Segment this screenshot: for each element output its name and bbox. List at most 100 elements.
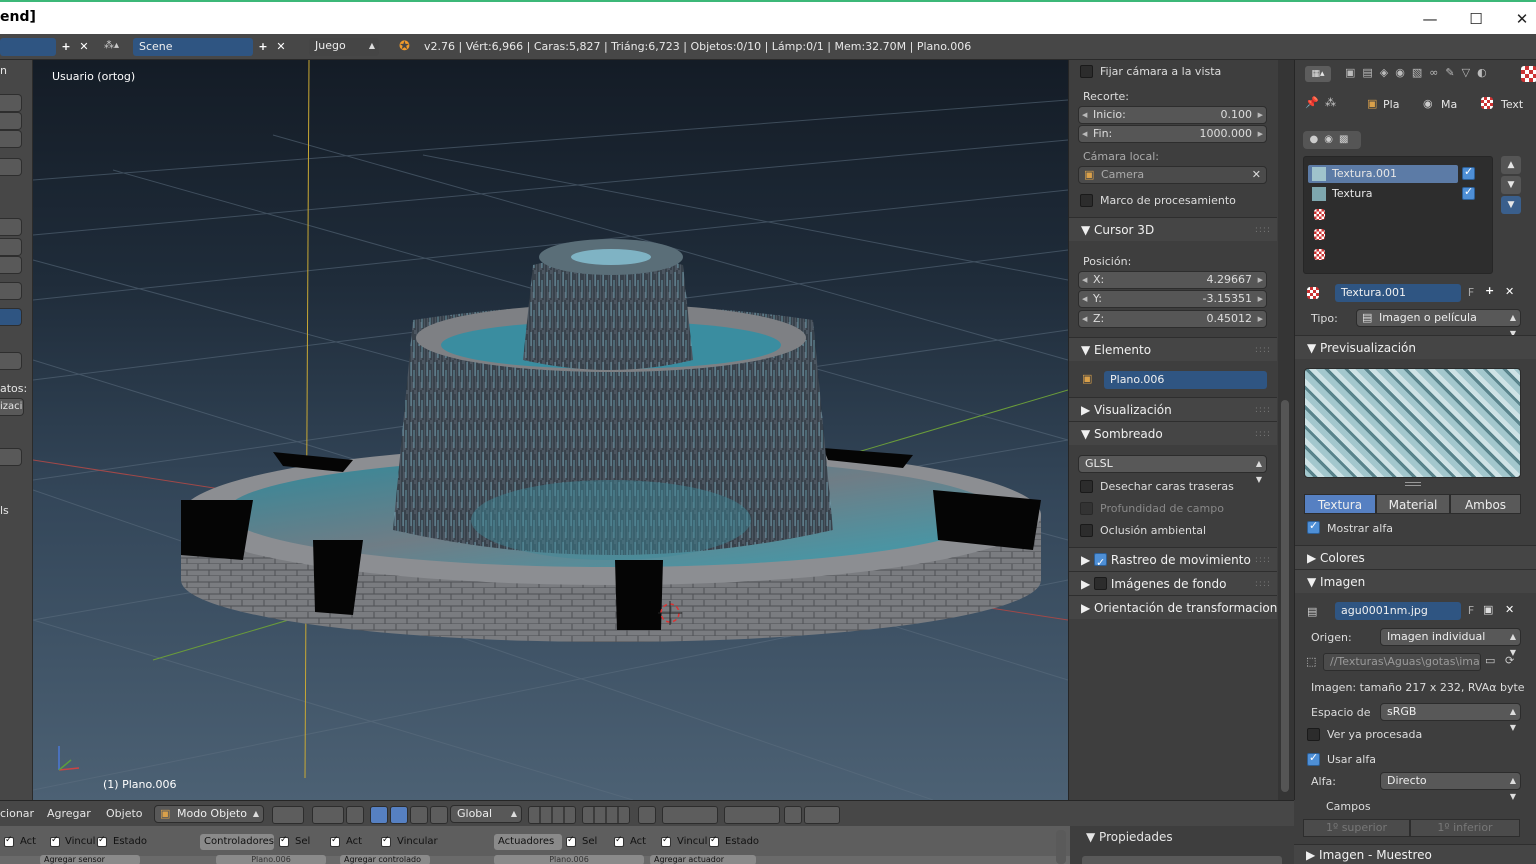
ctrl-act-checkbox[interactable] (330, 835, 340, 847)
object-menu[interactable]: Objeto (106, 807, 143, 820)
move-down-button[interactable]: ▼ (1501, 176, 1521, 194)
manipulator-toggle[interactable] (346, 806, 364, 824)
add-actuator-button[interactable]: Agregar actuador (650, 855, 756, 864)
minimize-button[interactable]: — (1407, 6, 1453, 32)
file-browse-icon[interactable]: ▭ (1485, 654, 1495, 667)
show-alpha-checkbox[interactable] (1307, 519, 1320, 534)
image-name-field[interactable]: agu0001nm.jpg (1335, 602, 1461, 620)
properties-panel-header[interactable]: ▼ Propiedades (1086, 830, 1173, 844)
tool-button[interactable] (0, 238, 22, 256)
translate-manipulator[interactable] (370, 806, 388, 824)
open-image-icon[interactable]: ▣ (1483, 603, 1493, 616)
snap-button[interactable] (724, 806, 780, 824)
remove-scene-icon[interactable]: ✕ (273, 38, 289, 56)
dof-checkbox[interactable] (1080, 502, 1093, 515)
ctrl-link-checkbox[interactable] (381, 835, 391, 847)
item-header[interactable]: ▼ Elemento:::: (1069, 337, 1277, 361)
colors-header[interactable]: ▶ Colores (1295, 545, 1536, 569)
filepath-field[interactable]: //Texturas\Aguas\gotas\ima... (1323, 653, 1481, 671)
actuator-object-field[interactable]: Plano.006 (494, 855, 644, 864)
texture-slot[interactable]: Textura (1308, 185, 1458, 203)
display-header[interactable]: ▶ Visualización:::: (1069, 397, 1277, 421)
ctrl-sel-checkbox[interactable] (279, 835, 289, 847)
cursor-z-field[interactable]: ◀ Z: 0.45012 ▶ (1078, 310, 1267, 328)
tool-button[interactable] (0, 282, 22, 300)
render-border-checkbox[interactable] (1080, 194, 1093, 207)
image-header[interactable]: ▼ Imagen (1295, 569, 1536, 593)
lock-camera-checkbox[interactable] (1080, 65, 1093, 78)
texture-type-dropdown[interactable]: ▤ Imagen o película ▲ ▼ (1356, 309, 1521, 338)
field-lower-button[interactable]: 1º inferior (1410, 819, 1520, 837)
texture-tab-icon[interactable] (1521, 66, 1536, 82)
act-link-checkbox[interactable] (661, 835, 671, 847)
maximize-button[interactable]: ☐ (1453, 6, 1499, 32)
sensor-link-checkbox[interactable] (50, 835, 60, 847)
tool-button[interactable]: izaci (0, 398, 24, 416)
scrollbar-thumb[interactable] (1281, 400, 1289, 792)
tool-dropdown[interactable] (0, 308, 22, 326)
tool-button[interactable] (0, 94, 22, 112)
new-texture-icon[interactable]: + (1485, 284, 1494, 297)
manipulator-extra[interactable] (430, 806, 448, 824)
cursor-y-field[interactable]: ◀ Y: -3.15351 ▶ (1078, 290, 1267, 308)
layer-lock-button[interactable] (638, 806, 656, 824)
mode-dropdown[interactable]: ▣Modo Objeto▲▼ (154, 805, 264, 834)
scene-icon[interactable]: ⁂▴ (104, 40, 128, 54)
bg-images-header[interactable]: ▶ Imágenes de fondo:::: (1069, 571, 1277, 595)
tab-both[interactable]: Ambos (1450, 494, 1521, 514)
clear-camera-icon[interactable]: ✕ (1252, 167, 1261, 183)
reload-icon[interactable]: ⟳ (1505, 654, 1514, 667)
actuators-dropdown[interactable]: Actuadores (494, 834, 562, 850)
transform-orient-header[interactable]: ▶ Orientación de transformaciones (1069, 595, 1277, 619)
render-preview-button[interactable] (784, 806, 802, 824)
cursor-x-field[interactable]: ◀ X: 4.29667 ▶ (1078, 271, 1267, 289)
layers-group-1[interactable] (528, 806, 576, 824)
act-sel-checkbox[interactable] (566, 835, 576, 847)
scale-manipulator[interactable] (410, 806, 428, 824)
item-name-field[interactable]: Plano.006 (1104, 371, 1267, 389)
sampling-header[interactable]: ▶ Imagen - Muestreo (1294, 844, 1536, 864)
add-scene-icon[interactable]: + (255, 38, 271, 56)
clip-start-field[interactable]: ◀ Inicio: 0.100 ▶ (1078, 106, 1267, 124)
engine-dropdown[interactable]: Juego ▲ (309, 38, 379, 56)
texture-name-field[interactable]: Textura.001 (1335, 284, 1461, 302)
pivot-button[interactable] (312, 806, 344, 824)
add-layout-icon[interactable]: + (58, 38, 74, 56)
motion-tracking-checkbox[interactable] (1094, 551, 1108, 575)
pin-icon[interactable]: 📌 (1305, 96, 1319, 109)
texture-slot-enabled-checkbox[interactable] (1462, 185, 1475, 200)
tool-button[interactable] (0, 256, 22, 274)
add-menu[interactable]: Agregar (47, 807, 91, 820)
motion-tracking-header[interactable]: ▶ Rastreo de movimiento:::: (1069, 547, 1277, 575)
3d-viewport[interactable]: Usuario (ortog) (1) Plano.006 (33, 60, 1068, 800)
act-state-checkbox[interactable] (709, 835, 719, 847)
close-window-button[interactable]: ✕ (1499, 6, 1536, 32)
texture-slot-selected[interactable]: Textura.001 (1308, 165, 1458, 183)
controller-object-field[interactable]: Plano.006 (216, 855, 326, 864)
tool-button[interactable] (0, 112, 22, 130)
local-camera-field[interactable]: ▣ Camera ✕ (1078, 166, 1267, 184)
remove-layout-icon[interactable]: ✕ (76, 38, 92, 56)
texture-slot-list[interactable]: Textura.001 Textura (1303, 156, 1493, 274)
slot-specials-button[interactable]: ▼ (1501, 196, 1521, 214)
scene-field[interactable]: Scene (133, 38, 253, 56)
act-act-checkbox[interactable] (614, 835, 624, 847)
colorspace-dropdown[interactable]: sRGB ▲ ▼ (1380, 703, 1521, 732)
tab-texture[interactable]: Textura (1304, 494, 1376, 514)
sensor-act-checkbox[interactable] (4, 835, 14, 847)
proportional-edit-button[interactable] (662, 806, 718, 824)
use-alpha-checkbox[interactable] (1307, 751, 1320, 766)
clip-end-field[interactable]: ◀ Fin: 1000.000 ▶ (1078, 125, 1267, 143)
context-tabs[interactable]: ▣▤◈◉▧∞✎▽◐ (1345, 66, 1525, 82)
texture-slot-enabled-checkbox[interactable] (1462, 165, 1475, 180)
editor-type-icon[interactable]: ▦▴ (1305, 66, 1331, 82)
layers-group-2[interactable] (582, 806, 630, 824)
pack-image-icon[interactable]: ⬚ (1306, 655, 1316, 668)
orientation-dropdown[interactable]: Global▲▼ (450, 805, 522, 834)
preview-header[interactable]: ▼ Previsualización (1295, 335, 1536, 359)
shading-mode-button[interactable] (272, 806, 304, 824)
controllers-dropdown[interactable]: Controladores (200, 834, 274, 850)
move-up-button[interactable]: ▲ (1501, 156, 1521, 174)
backface-checkbox[interactable] (1080, 480, 1093, 493)
image-fake-user-button[interactable]: F (1463, 604, 1479, 617)
